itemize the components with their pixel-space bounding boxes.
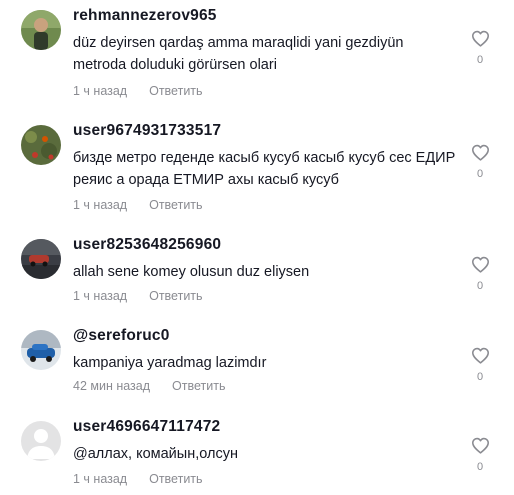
comment-username[interactable]: user4696647117472 <box>73 417 220 437</box>
heart-outline-icon[interactable] <box>471 347 490 364</box>
comment-meta: 1 ч назад Ответить <box>73 83 203 99</box>
comment-username[interactable]: rehmannezerov965 <box>73 6 217 26</box>
like-count: 0 <box>476 371 484 383</box>
comment-username[interactable]: user9674931733517 <box>73 121 221 141</box>
comment-username[interactable]: user8253648256960 <box>73 235 221 255</box>
comment-text: düz deyirsen qardaş amma maraqlidi yani … <box>73 35 404 73</box>
avatar[interactable] <box>21 239 61 279</box>
comment-time: 1 ч назад <box>73 84 128 98</box>
like-button[interactable]: 0 <box>468 30 492 66</box>
comment-username[interactable]: @sereforuc0 <box>73 326 170 346</box>
like-button[interactable]: 0 <box>468 256 492 292</box>
default-avatar[interactable] <box>21 421 61 461</box>
heart-outline-icon[interactable] <box>471 30 490 47</box>
like-count: 0 <box>476 54 484 66</box>
comment-time: 42 мин назад <box>73 379 151 393</box>
reply-button[interactable]: Ответить <box>149 198 202 212</box>
reply-button[interactable]: Ответить <box>149 289 202 303</box>
comment-time: 1 ч назад <box>73 472 128 486</box>
reply-button[interactable]: Ответить <box>172 379 225 393</box>
comment-meta: 1 ч назад Ответить <box>73 288 203 304</box>
heart-outline-icon[interactable] <box>471 144 490 161</box>
like-button[interactable]: 0 <box>468 144 492 180</box>
avatar[interactable] <box>21 330 61 370</box>
comment-list: rehmannezerov965 düz deyirsen qardaş amm… <box>0 0 514 495</box>
reply-button[interactable]: Ответить <box>149 472 202 486</box>
heart-outline-icon[interactable] <box>471 437 490 454</box>
like-button[interactable]: 0 <box>468 347 492 383</box>
comment-text: allah sene komey olusun duz eliysen <box>73 264 310 280</box>
comment-time: 1 ч назад <box>73 198 128 212</box>
heart-outline-icon[interactable] <box>471 256 490 273</box>
avatar[interactable] <box>21 125 61 165</box>
comment-text: бизде метро геденде касыб кусуб касыб ку… <box>73 150 456 188</box>
avatar[interactable] <box>21 10 61 50</box>
like-count: 0 <box>476 280 484 292</box>
comment-text: kampaniya yaradmag lazimdır <box>73 355 267 371</box>
reply-button[interactable]: Ответить <box>149 84 202 98</box>
comment-time: 1 ч назад <box>73 289 128 303</box>
comment-meta: 42 мин назад Ответить <box>73 378 225 394</box>
like-count: 0 <box>476 168 484 180</box>
like-button[interactable]: 0 <box>468 437 492 473</box>
comment-meta: 1 ч назад Ответить <box>73 197 203 213</box>
comment-meta: 1 ч назад Ответить <box>73 471 203 487</box>
comment-text: @аллах, комайын,олсун <box>73 446 238 462</box>
like-count: 0 <box>476 461 484 473</box>
